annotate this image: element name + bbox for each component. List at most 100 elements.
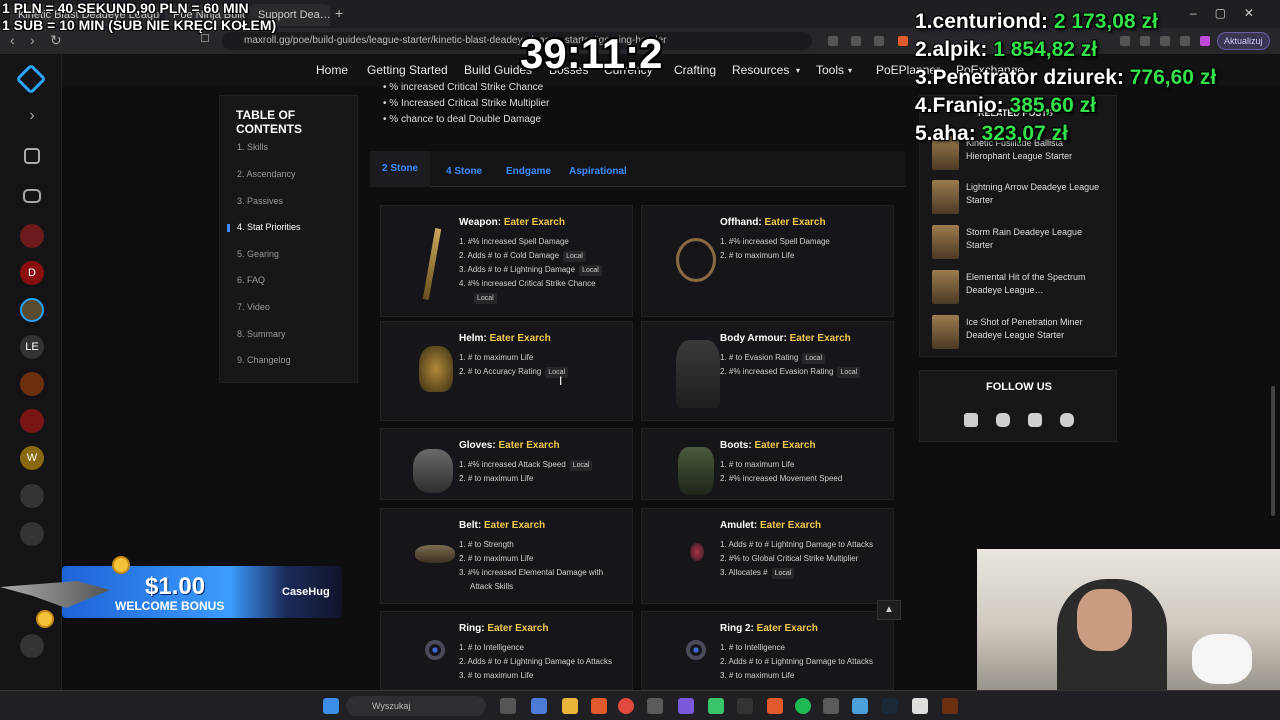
spotify-icon[interactable]	[795, 698, 811, 714]
influence-label[interactable]: Eater Exarch	[764, 217, 825, 228]
influence-label[interactable]: Eater Exarch	[757, 623, 818, 634]
mod-item: 4. #% increased Critical Strike Chance	[459, 279, 596, 288]
game-icon[interactable]	[20, 484, 44, 508]
mod-text: #% increased Spell Damage	[728, 237, 830, 246]
brave-icon[interactable]	[591, 698, 607, 714]
toc-item-summary[interactable]: 8. Summary	[237, 329, 286, 339]
influence-label[interactable]: Eater Exarch	[498, 440, 559, 451]
body-armour-icon[interactable]	[656, 338, 720, 408]
brave-icon[interactable]	[767, 698, 783, 714]
gloves-icon[interactable]	[395, 445, 453, 505]
forward-icon[interactable]: ›	[30, 32, 35, 48]
explorer-icon[interactable]	[562, 698, 578, 714]
nav-getting-started[interactable]: Getting Started	[367, 63, 448, 77]
influence-label[interactable]: Eater Exarch	[484, 520, 545, 531]
app-icon[interactable]	[647, 698, 663, 714]
new-tab-button[interactable]: +	[335, 5, 343, 21]
diablo-icon[interactable]: D	[20, 261, 44, 285]
related-post[interactable]: Elemental Hit of the Spectrum Deadeye Le…	[932, 270, 1102, 306]
app-icon[interactable]	[737, 698, 753, 714]
wow-icon[interactable]: W	[20, 446, 44, 470]
toc-item-gearing[interactable]: 5. Gearing	[237, 249, 279, 259]
discord-icon[interactable]	[1060, 413, 1074, 427]
notepad-icon[interactable]	[852, 698, 868, 714]
related-post[interactable]: Ice Shot of Penetration Miner Deadeye Le…	[932, 315, 1102, 351]
toc-item-ascendancy[interactable]: 2. Ascendancy	[237, 169, 296, 179]
back-to-top-button[interactable]: ▲	[877, 600, 901, 620]
ring-icon	[425, 640, 445, 660]
nav-home[interactable]: Home	[316, 63, 348, 77]
maxroll-logo-icon[interactable]	[15, 63, 47, 95]
mod-text: # to Intelligence	[728, 643, 785, 652]
related-post[interactable]: Lightning Arrow Deadeye League Starter	[932, 180, 1102, 216]
toc-item-skills[interactable]: 1. Skills	[237, 142, 268, 152]
update-button[interactable]: Aktualizuj	[1217, 32, 1270, 50]
windows-start-icon[interactable]	[323, 698, 339, 714]
influence-label[interactable]: Eater Exarch	[487, 623, 548, 634]
game-icon[interactable]	[20, 409, 44, 433]
app-icon[interactable]	[823, 698, 839, 714]
local-tag: Local	[579, 265, 602, 276]
game-icon[interactable]	[20, 372, 44, 396]
toc-item-video[interactable]: 7. Video	[237, 302, 270, 312]
game-icon[interactable]	[20, 224, 44, 248]
mod-text: # to maximum Life	[728, 671, 795, 680]
influence-label[interactable]: Eater Exarch	[760, 520, 821, 531]
game-icon[interactable]	[23, 189, 41, 203]
copilot-icon[interactable]	[531, 698, 547, 714]
toc-item-changelog[interactable]: 9. Changelog	[237, 355, 291, 365]
reader-icon[interactable]	[851, 36, 861, 46]
influence-label[interactable]: Eater Exarch	[754, 440, 815, 451]
nav-crafting[interactable]: Crafting	[674, 63, 716, 77]
twitch-icon[interactable]	[964, 413, 978, 427]
staff-icon[interactable]	[395, 222, 445, 300]
app-icon[interactable]	[708, 698, 724, 714]
tab-2-stone[interactable]: 2 Stone	[370, 151, 431, 187]
reload-icon[interactable]: ↻	[50, 32, 62, 49]
influence-label[interactable]: Eater Exarch	[490, 333, 551, 344]
shield-icon[interactable]	[656, 222, 716, 282]
boots-icon[interactable]	[656, 445, 714, 505]
tab-aspirational[interactable]: Aspirational	[569, 166, 627, 177]
home-icon[interactable]	[24, 148, 40, 164]
nav-resources[interactable]: Resources	[732, 63, 789, 77]
youtube-icon[interactable]	[1028, 413, 1042, 427]
game-icon[interactable]	[20, 522, 44, 546]
nav-tools[interactable]: Tools	[816, 63, 844, 77]
poe-icon[interactable]	[20, 298, 44, 322]
share-icon[interactable]	[874, 36, 884, 46]
translate-icon[interactable]	[828, 36, 838, 46]
tab-4-stone[interactable]: 4 Stone	[446, 166, 482, 177]
taskbar-search[interactable]: Wyszukaj	[346, 696, 486, 716]
brave-shield-icon[interactable]	[898, 36, 908, 46]
belt-icon[interactable]	[395, 525, 455, 585]
toc-item-stat-priorities[interactable]: 4. Stat Priorities	[237, 222, 301, 232]
ring-icon[interactable]	[395, 628, 445, 688]
slot-label: Gloves:	[459, 440, 496, 451]
chrome-icon[interactable]	[618, 698, 634, 714]
ring-icon[interactable]	[656, 628, 706, 688]
mod-item: 1. #% increased Spell Damage	[720, 237, 830, 246]
local-tag: Local	[563, 251, 586, 262]
toc-item-passives[interactable]: 3. Passives	[237, 196, 283, 206]
url-field[interactable]: maxroll.gg/poe/build-guides/league-start…	[222, 32, 812, 50]
task-view-icon[interactable]	[500, 698, 516, 714]
app-icon[interactable]	[678, 698, 694, 714]
toc-item-faq[interactable]: 6. FAQ	[237, 275, 265, 285]
influence-label[interactable]: Eater Exarch	[790, 333, 851, 344]
amulet-icon[interactable]	[656, 525, 706, 585]
game-icon[interactable]	[942, 698, 958, 714]
scrollbar-thumb[interactable]	[1271, 386, 1275, 516]
related-post[interactable]: Storm Rain Deadeye League Starter	[932, 225, 1102, 261]
influence-label[interactable]: Eater Exarch	[504, 217, 565, 228]
instagram-icon[interactable]	[996, 413, 1010, 427]
mod-item: 2. Adds # to # Cold Damage Local	[459, 249, 602, 263]
last-epoch-icon[interactable]: LE	[20, 335, 44, 359]
steam-icon[interactable]	[882, 698, 898, 714]
expand-icon[interactable]: ›	[20, 104, 44, 128]
app-icon[interactable]	[912, 698, 928, 714]
tab-endgame[interactable]: Endgame	[506, 166, 551, 177]
back-icon[interactable]: ‹	[10, 32, 15, 48]
helmet-icon[interactable]	[395, 338, 453, 398]
gear-slot-title: Offhand: Eater Exarch	[720, 217, 826, 228]
